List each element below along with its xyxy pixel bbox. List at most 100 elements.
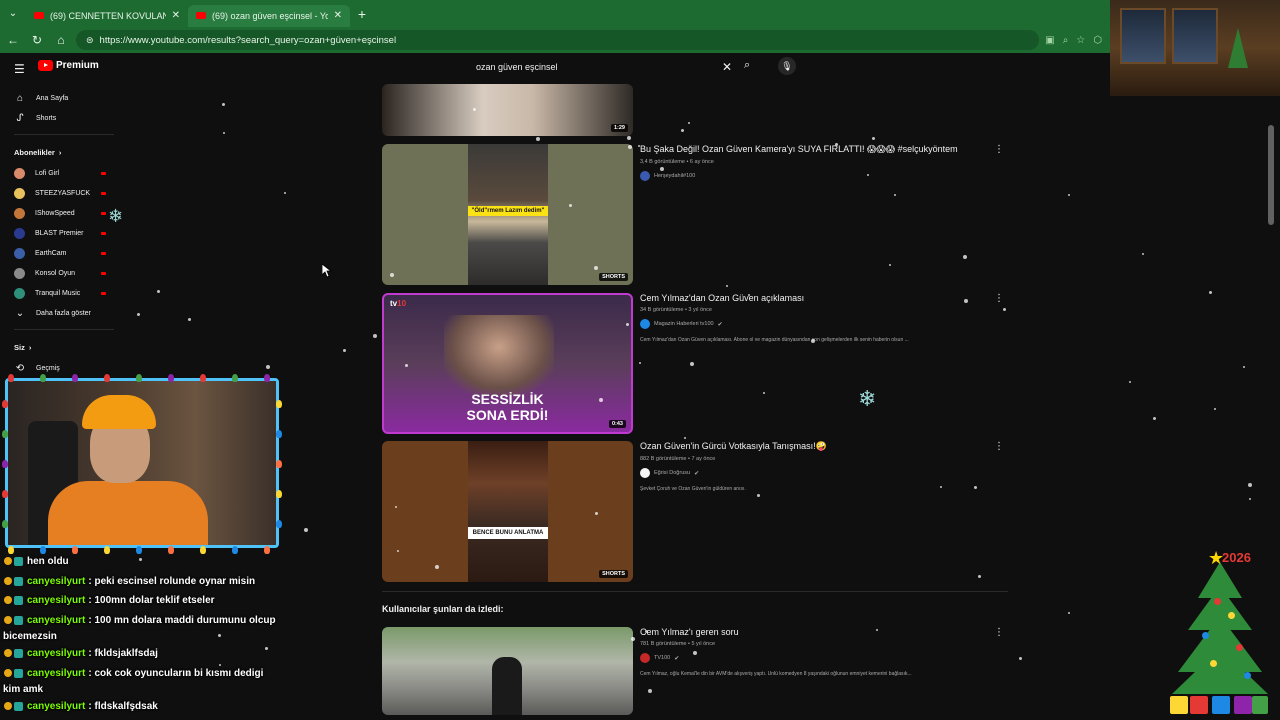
youtube-play-icon xyxy=(38,60,53,71)
menu-icon[interactable]: ☰ xyxy=(14,62,25,76)
browser-tab-active[interactable]: (69) ozan güven eşcinsel - YouTube ✕ xyxy=(188,4,350,27)
video-title[interactable]: Cem Yılmaz'dan Ozan Güven açıklaması xyxy=(640,293,1000,303)
ornament xyxy=(1210,660,1217,667)
more-options-icon[interactable]: ⋮ xyxy=(994,144,1004,155)
light-bulb xyxy=(104,374,110,382)
webcam-overlay xyxy=(5,378,279,548)
app-icon[interactable]: ▣ xyxy=(1045,35,1054,46)
video-title[interactable]: Cem Yılmaz'ı geren soru xyxy=(640,627,1000,637)
live-indicator-icon xyxy=(101,211,106,215)
tree-layer xyxy=(1172,648,1268,694)
light-bulb xyxy=(168,374,174,382)
close-tab-icon[interactable]: ✕ xyxy=(172,10,180,21)
snow-particle xyxy=(266,365,270,369)
channel-avatar xyxy=(14,167,25,179)
section-title: Kullanıcılar şunları da izledi: xyxy=(382,604,504,614)
subscriptions-heading[interactable]: Abonelikler › xyxy=(0,141,120,163)
reload-icon[interactable]: ↻ xyxy=(28,31,46,49)
sidebar-item-shorts[interactable]: ᔑ Shorts xyxy=(0,108,120,128)
snow-particle xyxy=(1153,417,1156,420)
sidebar-item-label: Konsol Oyun xyxy=(35,269,76,277)
more-options-icon[interactable]: ⋮ xyxy=(994,441,1004,452)
ornament xyxy=(1244,672,1251,679)
chat-badge-icon xyxy=(4,557,12,565)
snow-particle xyxy=(435,565,439,569)
channel-row[interactable]: Eğrisi Doğrusu ✔ xyxy=(640,468,1000,478)
close-tab-icon[interactable]: ✕ xyxy=(334,10,342,21)
sidebar-item-home[interactable]: ⌂ Ana Sayfa xyxy=(0,88,120,108)
video-stats: 34 B görüntüleme • 3 yıl önce xyxy=(640,307,712,313)
snow-particle xyxy=(684,437,686,439)
gift-box xyxy=(1190,696,1208,714)
youtube-logo[interactable]: Premium xyxy=(38,60,99,71)
duration-badge: 0:43 xyxy=(608,420,626,428)
browser-tab[interactable]: (69) CENNETTEN KOVULANLAR - ✕ xyxy=(26,5,188,27)
tab-list-chevron-icon[interactable]: ⌄ xyxy=(0,0,26,27)
video-description: Şevket Çoruh ve Ozan Güven'in güldüren a… xyxy=(640,486,746,492)
sidebar-item-history[interactable]: ⟲ Geçmiş xyxy=(0,358,120,378)
address-bar[interactable]: ⊜ https://www.youtube.com/results?search… xyxy=(76,30,1040,50)
snow-particle xyxy=(628,145,632,149)
verified-icon: ✔ xyxy=(674,655,680,662)
snow-particle xyxy=(660,167,664,171)
back-icon[interactable]: ← xyxy=(4,31,22,49)
snow-particle xyxy=(648,689,652,693)
channel-avatar xyxy=(14,207,25,219)
light-bulb xyxy=(40,374,46,382)
more-options-icon[interactable]: ⋮ xyxy=(994,293,1004,304)
gift-box xyxy=(1234,696,1252,714)
ornament xyxy=(1202,632,1209,639)
snow-particle xyxy=(599,398,603,402)
tab-title: (69) ozan güven eşcinsel - YouTube xyxy=(212,10,328,21)
snow-particle xyxy=(1068,612,1070,614)
gift-box xyxy=(1170,696,1188,714)
sidebar-item-subscription[interactable]: IShowSpeed xyxy=(0,203,120,223)
sidebar-item-subscription[interactable]: Lofi Girl xyxy=(0,163,120,183)
video-thumbnail[interactable] xyxy=(382,627,633,715)
page-scrollbar[interactable] xyxy=(1268,125,1274,225)
snow-particle xyxy=(397,550,399,552)
video-thumbnail[interactable]: tv10 SESSİZLİK SONA ERDİ! 0:43 xyxy=(382,293,633,434)
sidebar-item-subscription[interactable]: BLAST Premier xyxy=(0,223,120,243)
show-more-button[interactable]: ⌄ Daha fazla göster xyxy=(0,303,120,323)
sidebar-item-subscription[interactable]: Tranquil Music xyxy=(0,283,120,303)
snow-particle xyxy=(343,349,346,352)
microphone-icon[interactable]: 🎙 xyxy=(778,57,796,75)
search-input[interactable]: ozan güven eşcinsel ✕ xyxy=(470,57,740,77)
channel-row[interactable]: Herşeydahil#100 xyxy=(640,171,1000,181)
search-icon[interactable]: ⌕ xyxy=(744,59,750,72)
sidebar-item-label: Shorts xyxy=(36,114,57,122)
snow-particle xyxy=(940,486,942,488)
channel-row[interactable]: Magazin Haberleri tv100 ✔ xyxy=(640,319,1000,329)
video-title[interactable]: Ozan Güven'in Gürcü Votkasıyla Tanışması… xyxy=(640,441,1000,452)
clear-search-icon[interactable]: ✕ xyxy=(722,60,732,74)
sidebar-item-subscription[interactable]: EarthCam xyxy=(0,243,120,263)
home-icon[interactable]: ⌂ xyxy=(52,31,70,49)
sidebar-item-subscription[interactable]: STEEZYASFUCK xyxy=(0,183,120,203)
site-info-icon[interactable]: ⊜ xyxy=(86,35,94,46)
light-bulb xyxy=(276,490,282,498)
you-heading[interactable]: Siz › xyxy=(0,336,120,358)
chat-message: canyesilyurt: fldskalfşdsak xyxy=(0,697,300,717)
chevron-right-icon: › xyxy=(58,147,62,157)
chat-badge-icon xyxy=(4,576,12,585)
video-thumbnail[interactable]: 1:29 xyxy=(382,84,633,136)
new-tab-button[interactable]: + xyxy=(350,6,374,22)
zoom-icon[interactable]: ⌕ xyxy=(1063,35,1069,46)
sidebar-item-subscription[interactable]: Konsol Oyun xyxy=(0,263,120,283)
chat-text: bicemezsin xyxy=(3,631,57,642)
extensions-icon[interactable]: ⬡ xyxy=(1093,35,1102,46)
video-title[interactable]: Bu Şaka Değil! Ozan Güven Kamera'yı SUYA… xyxy=(640,144,1000,155)
video-thumbnail[interactable]: "Öld"rmem Lazım dedim" SHORTS xyxy=(382,144,633,285)
channel-name: Magazin Haberleri tv100 xyxy=(654,321,714,327)
snow-particle xyxy=(1129,381,1131,383)
chat-badge-icon xyxy=(4,615,12,624)
snow-particle xyxy=(223,132,225,134)
chat-text: hen oldu xyxy=(27,556,69,567)
bookmark-star-icon[interactable]: ☆ xyxy=(1076,35,1085,46)
chat-message: bicemezsin xyxy=(0,630,300,644)
light-bulb xyxy=(2,460,8,468)
chat-username: canyesilyurt xyxy=(27,575,86,587)
more-options-icon[interactable]: ⋮ xyxy=(994,627,1004,638)
live-indicator-icon xyxy=(101,251,106,255)
